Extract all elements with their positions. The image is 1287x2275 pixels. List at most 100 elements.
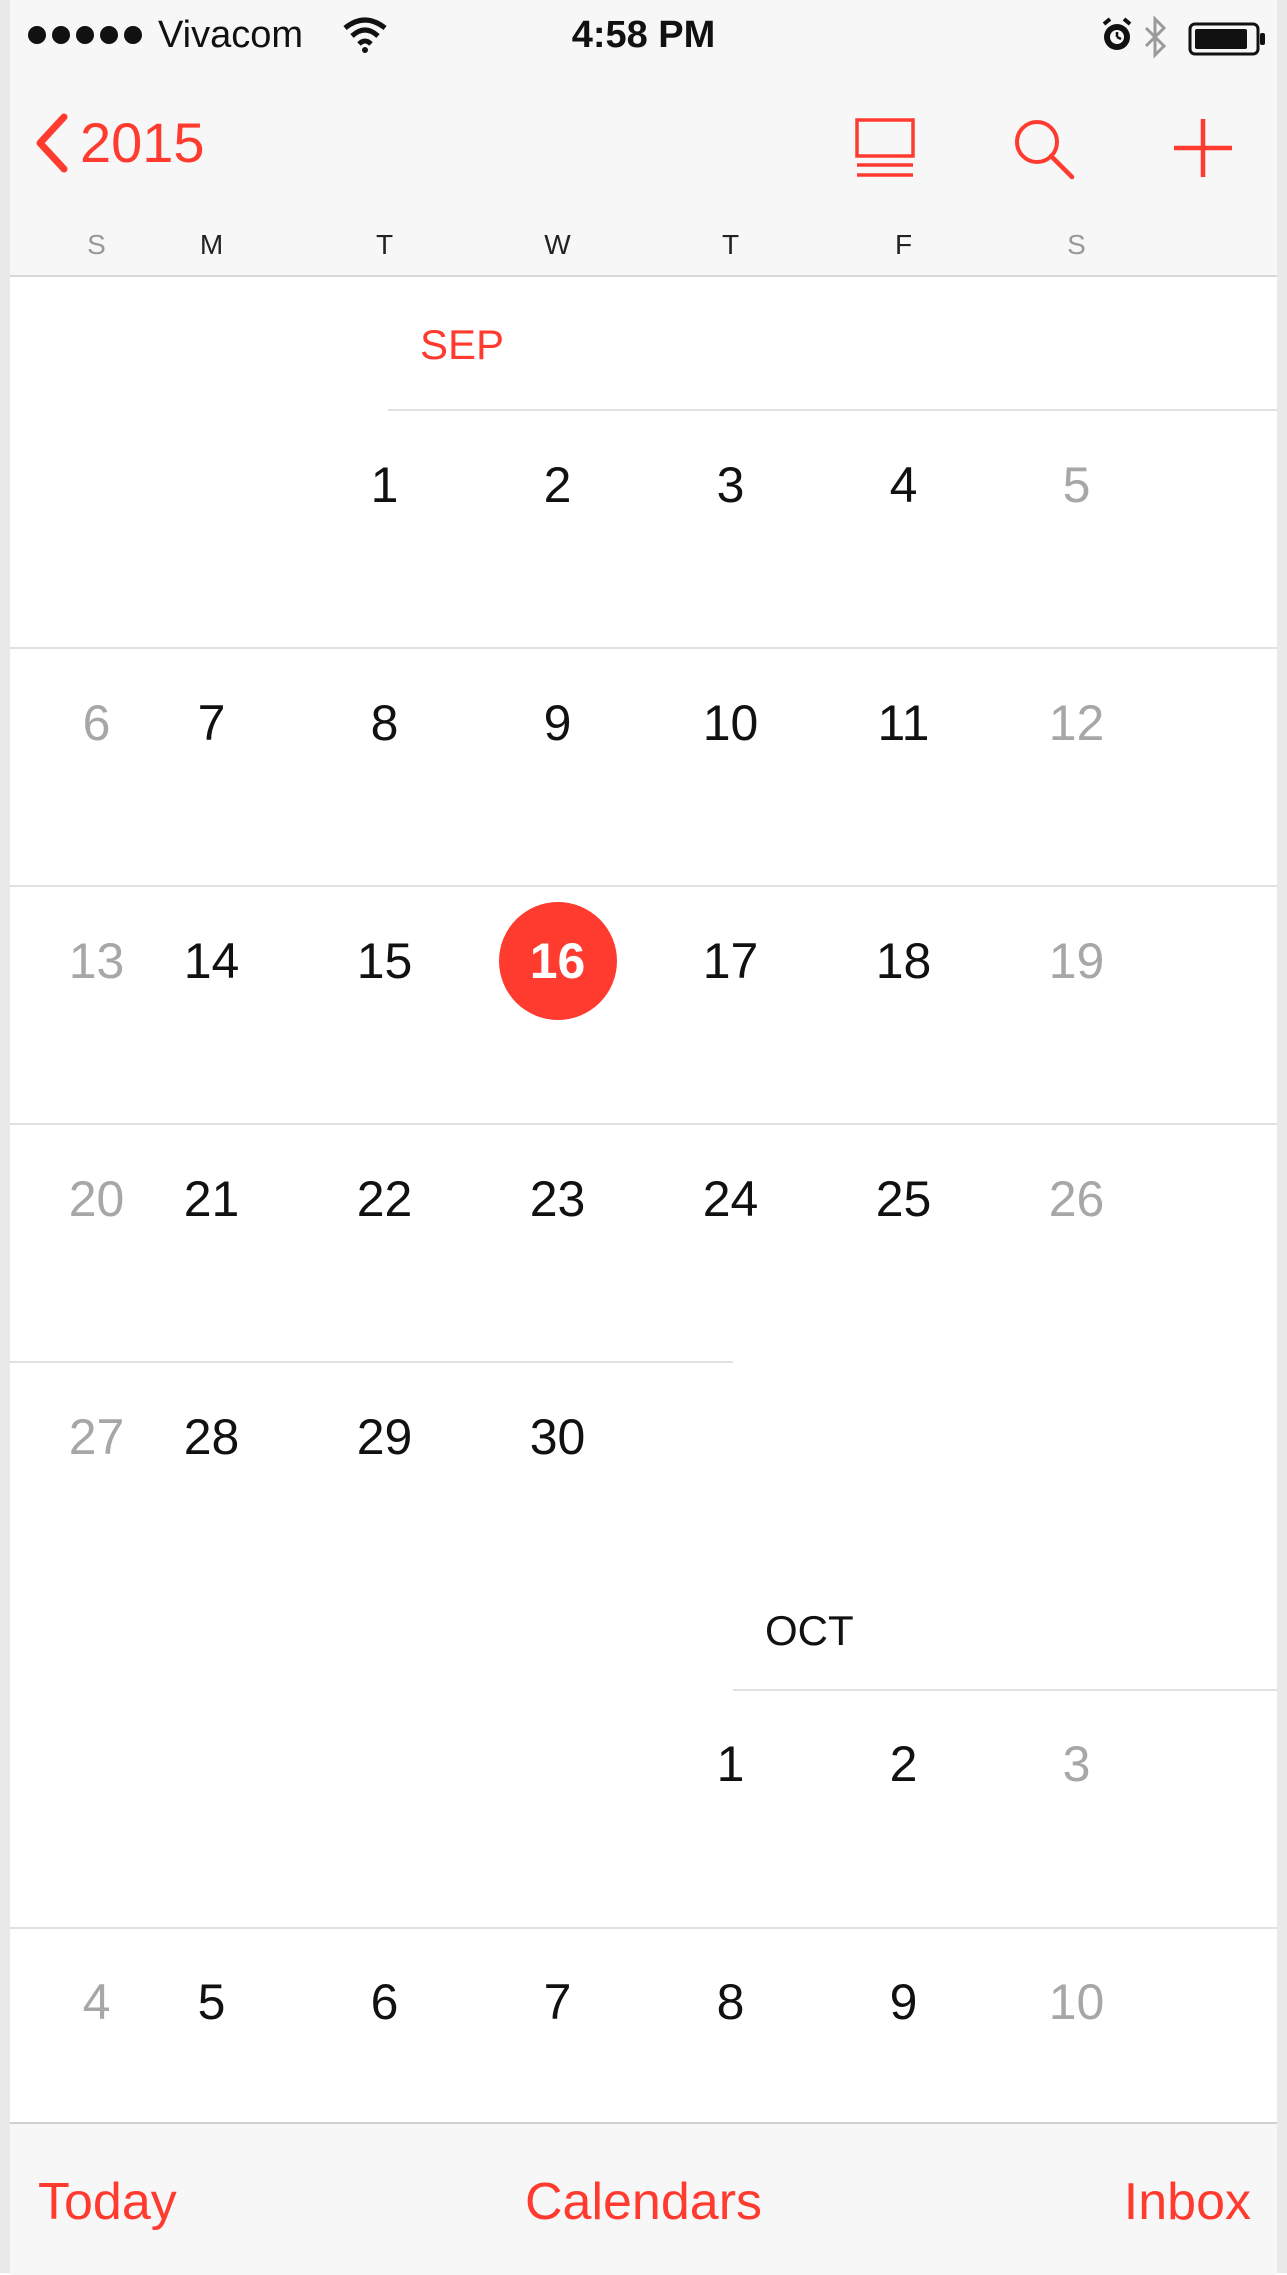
sep-day[interactable]: 25 xyxy=(817,1139,990,1259)
day-number: 3 xyxy=(716,457,745,513)
day-number: 27 xyxy=(68,1409,125,1465)
day-number: 19 xyxy=(1048,933,1105,989)
status-bar: Vivacom 4:58 PM xyxy=(10,0,1277,75)
sep-day[interactable]: 23 xyxy=(471,1139,644,1259)
day-number: 11 xyxy=(877,695,930,751)
day-number: 17 xyxy=(702,933,759,989)
divider xyxy=(10,1361,733,1363)
calendars-button[interactable]: Calendars xyxy=(10,2172,1277,2232)
sep-day[interactable]: 9 xyxy=(471,663,644,783)
day-number: 22 xyxy=(356,1171,413,1227)
divider xyxy=(10,1927,1277,1929)
navigation-bar: 2015 xyxy=(10,75,1277,215)
oct-day[interactable]: 2 xyxy=(817,1704,990,1824)
divider xyxy=(733,1689,1277,1691)
day-number: 4 xyxy=(82,1974,111,2030)
sep-day[interactable]: 10 xyxy=(644,663,817,783)
day-number: 14 xyxy=(183,933,240,989)
day-number: 25 xyxy=(875,1171,932,1227)
day-number: 2 xyxy=(543,457,572,513)
weekday-fri: F xyxy=(894,229,913,260)
day-number: 6 xyxy=(82,695,111,751)
weekday-tue: T xyxy=(375,229,394,260)
day-number: 30 xyxy=(529,1409,586,1465)
day-number: 2 xyxy=(889,1736,918,1792)
month-grid: SEP OCT 1 2 3 4 5 6 7 8 9 10 11 12 13 14 15 16 17 18 19 20 2… xyxy=(10,277,1277,2122)
oct-day[interactable]: 8 xyxy=(644,1942,817,2062)
day-number: 12 xyxy=(1048,695,1105,751)
battery-icon xyxy=(1188,22,1265,56)
sep-day[interactable]: 7 xyxy=(125,663,298,783)
day-number: 5 xyxy=(197,1974,226,2030)
oct-day[interactable]: 3 xyxy=(990,1704,1163,1824)
oct-day[interactable]: 5 xyxy=(125,1942,298,2062)
day-number: 21 xyxy=(183,1171,240,1227)
oct-day[interactable]: 9 xyxy=(817,1942,990,2062)
sep-day[interactable]: 15 xyxy=(298,901,471,1021)
sep-day[interactable]: 30 xyxy=(471,1377,644,1497)
sep-day-today[interactable]: 16 xyxy=(471,901,644,1021)
day-number: 7 xyxy=(197,695,226,751)
day-number: 6 xyxy=(370,1974,399,2030)
oct-day[interactable]: 1 xyxy=(644,1704,817,1824)
oct-day[interactable]: 10 xyxy=(990,1942,1163,2062)
month-label-oct: OCT xyxy=(765,1607,854,1654)
add-event-icon[interactable] xyxy=(1170,115,1236,181)
weekday-header: S M T W T F S xyxy=(10,215,1277,277)
weekday-sat: S xyxy=(1067,229,1086,260)
sep-day[interactable]: 4 xyxy=(817,425,990,545)
sep-day[interactable]: 17 xyxy=(644,901,817,1021)
inbox-button[interactable]: Inbox xyxy=(1124,2172,1251,2232)
sep-day[interactable]: 19 xyxy=(990,901,1163,1021)
day-number: 9 xyxy=(543,695,572,751)
list-view-icon[interactable] xyxy=(852,115,918,181)
day-number: 1 xyxy=(716,1736,745,1792)
sep-day[interactable]: 8 xyxy=(298,663,471,783)
day-number: 5 xyxy=(1062,457,1091,513)
sep-day[interactable]: 29 xyxy=(298,1377,471,1497)
alarm-icon xyxy=(1102,17,1132,50)
sep-day[interactable]: 1 xyxy=(298,425,471,545)
weekday-thu: T xyxy=(721,229,740,260)
day-number: 7 xyxy=(543,1974,572,2030)
oct-day[interactable]: 7 xyxy=(471,1942,644,2062)
divider xyxy=(388,409,1277,411)
weekday-mon: M xyxy=(199,229,224,260)
search-icon[interactable] xyxy=(1010,115,1076,181)
sep-day[interactable]: 11 xyxy=(817,663,990,783)
day-number: 1 xyxy=(370,457,399,513)
sep-day[interactable]: 26 xyxy=(990,1139,1163,1259)
sep-day[interactable]: 22 xyxy=(298,1139,471,1259)
sep-day[interactable]: 5 xyxy=(990,425,1163,545)
sep-day[interactable]: 28 xyxy=(125,1377,298,1497)
day-number: 3 xyxy=(1062,1736,1091,1792)
day-number: 10 xyxy=(1048,1974,1105,2030)
day-number: 10 xyxy=(702,695,759,751)
day-number: 18 xyxy=(875,933,932,989)
divider xyxy=(10,885,1277,887)
back-to-year-button[interactable]: 2015 xyxy=(34,113,205,173)
sep-day[interactable]: 24 xyxy=(644,1139,817,1259)
sep-day[interactable]: 3 xyxy=(644,425,817,545)
day-number: 13 xyxy=(68,933,125,989)
sep-day[interactable]: 14 xyxy=(125,901,298,1021)
day-number: 4 xyxy=(889,457,918,513)
day-number: 24 xyxy=(702,1171,759,1227)
day-number: 29 xyxy=(356,1409,413,1465)
weekday-wed: W xyxy=(544,229,571,260)
day-number: 8 xyxy=(370,695,399,751)
oct-day[interactable]: 6 xyxy=(298,1942,471,2062)
bottom-toolbar: Today Calendars Inbox xyxy=(10,2122,1277,2275)
bluetooth-icon xyxy=(1144,15,1167,59)
sep-day[interactable]: 12 xyxy=(990,663,1163,783)
day-number: 28 xyxy=(183,1409,240,1465)
back-label: 2015 xyxy=(80,111,205,174)
sep-day[interactable]: 18 xyxy=(817,901,990,1021)
day-number: 20 xyxy=(68,1171,125,1227)
divider xyxy=(10,1123,1277,1125)
sep-day[interactable]: 21 xyxy=(125,1139,298,1259)
day-number: 16 xyxy=(498,902,617,1020)
day-number: 9 xyxy=(889,1974,918,2030)
sep-day[interactable]: 2 xyxy=(471,425,644,545)
status-time: 4:58 PM xyxy=(571,14,716,56)
